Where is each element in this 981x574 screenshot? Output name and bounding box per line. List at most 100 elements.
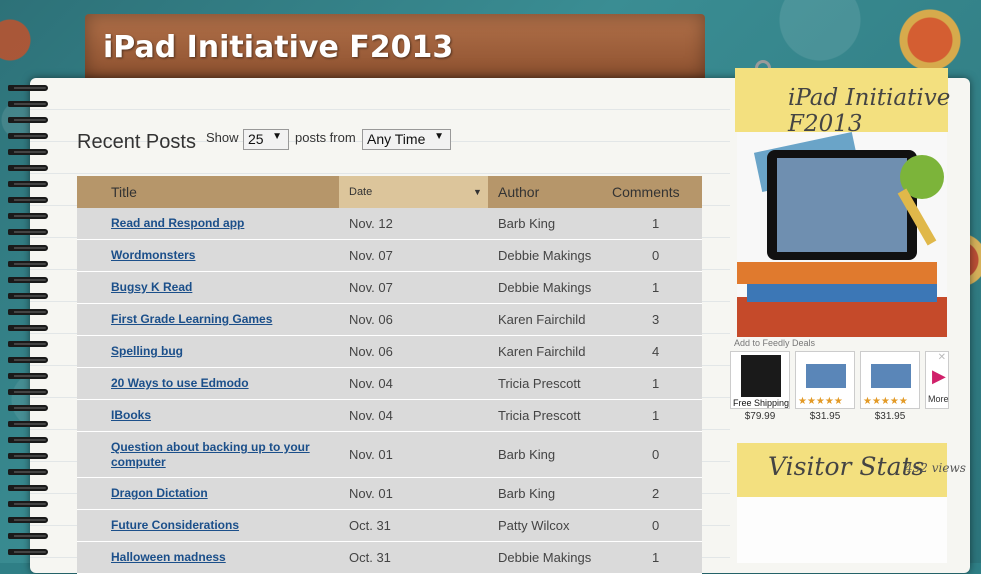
post-author: Karen Fairchild [498,344,586,359]
post-title-link[interactable]: Read and Respond app [111,216,311,231]
visitor-stats-title: Visitor Stats [768,452,925,481]
post-date: Nov. 06 [349,344,393,359]
deal-price: $31.95 [874,411,906,422]
deal-item[interactable]: Free Shipping [730,351,790,409]
posts-table: Title Date ▼ Author Comments Read and Re… [77,176,702,574]
post-date: Nov. 04 [349,408,393,423]
deal-item[interactable]: ★★★★★ [795,351,855,409]
post-comment-count: 1 [652,280,660,295]
ipad-books-image [737,132,947,337]
table-row: IBooks Nov. 04 Tricia Prescott 1 [77,400,702,432]
spiral-ring [8,373,48,379]
post-title-link[interactable]: Bugsy K Read [111,280,311,295]
post-title-link[interactable]: Spelling bug [111,344,311,359]
post-author: Barb King [498,216,556,231]
spiral-ring [8,309,48,315]
comments-column-header[interactable]: Comments [612,184,680,200]
post-date: Nov. 06 [349,312,393,327]
table-row: Wordmonsters Nov. 07 Debbie Makings 0 [77,240,702,272]
table-body: Read and Respond app Nov. 12 Barb King 1 Wor… [77,208,702,574]
product-image [806,364,846,388]
post-title-link[interactable]: Future Considerations [111,518,311,533]
blog-title[interactable]: iPad Initiative F2013 [103,30,453,65]
deal-caption: Free Shipping [732,398,790,408]
spiral-ring [8,261,48,267]
post-title-link[interactable]: Question about backing up to your comput… [111,440,311,470]
post-date: Nov. 01 [349,447,393,462]
spiral-ring [8,197,48,203]
spiral-ring [8,405,48,411]
author-column-header[interactable]: Author [498,184,539,200]
sort-desc-icon[interactable]: ▼ [473,187,482,197]
visitor-map [737,497,947,563]
spiral-ring [8,133,48,139]
post-author: Karen Fairchild [498,312,586,327]
sidebar-title: iPad Initiative F2013 [788,85,951,137]
spiral-ring [8,245,48,251]
table-row: Read and Respond app Nov. 12 Barb King 1 [77,208,702,240]
spiral-ring [8,277,48,283]
post-date: Nov. 01 [349,486,393,501]
post-title-link[interactable]: 20 Ways to use Edmodo [111,376,311,391]
spiral-ring [8,101,48,107]
spiral-ring [8,437,48,443]
deal-item[interactable]: ★★★★★ [860,351,920,409]
table-row: Dragon Dictation Nov. 01 Barb King 2 [77,478,702,510]
table-row: Spelling bug Nov. 06 Karen Fairchild 4 [77,336,702,368]
time-range-value: Any Time [367,131,426,147]
post-date: Oct. 31 [349,518,391,533]
table-row: Future Considerations Oct. 31 Patty Wilcox… [77,510,702,542]
post-author: Debbie Makings [498,248,592,263]
more-deals-button[interactable]: ▶ More ✕ [925,351,949,409]
spiral-ring [8,325,48,331]
table-row: First Grade Learning Games Nov. 06 Karen F… [77,304,702,336]
post-count-select[interactable]: 25 ▼ [243,129,289,150]
post-title-link[interactable]: Dragon Dictation [111,486,311,501]
visitor-stats-views: 452 views [905,461,966,475]
post-comment-count: 0 [652,447,660,462]
more-label: More [928,394,949,404]
post-title-link[interactable]: First Grade Learning Games [111,312,311,327]
post-author: Debbie Makings [498,280,592,295]
spiral-ring [8,213,48,219]
post-comment-count: 3 [652,312,660,327]
post-comment-count: 4 [652,344,660,359]
post-author: Barb King [498,447,556,462]
spiral-ring [8,357,48,363]
post-title-link[interactable]: IBooks [111,408,311,423]
page-title: Recent Posts [77,131,196,153]
deal-price: $79.99 [744,411,776,422]
table-row: Halloween madness Oct. 31 Debbie Makings 1 [77,542,702,574]
spiral-ring [8,389,48,395]
show-label: Show [206,130,239,145]
spiral-ring [8,549,48,555]
time-range-select[interactable]: Any Time ▼ [362,129,451,150]
post-comment-count: 0 [652,248,660,263]
post-comment-count: 1 [652,216,660,231]
deal-price: $31.95 [809,411,841,422]
post-author: Patty Wilcox [498,518,570,533]
post-author: Tricia Prescott [498,408,581,423]
date-column-label[interactable]: Date [349,186,372,198]
dropdown-arrow-icon: ▼ [434,131,444,142]
spiral-ring [8,117,48,123]
spiral-ring [8,469,48,475]
feedly-deals-label[interactable]: Add to Feedly Deals [734,338,815,348]
posts-from-label: posts from [295,130,356,145]
post-date: Nov. 07 [349,280,393,295]
title-column-header[interactable]: Title [111,184,137,200]
close-icon[interactable]: ✕ [938,352,946,363]
post-date: Nov. 12 [349,216,393,231]
table-header: Title Date ▼ Author Comments [77,176,702,208]
spiral-ring [8,293,48,299]
post-title-link[interactable]: Wordmonsters [111,248,311,263]
spiral-ring [8,181,48,187]
spiral-ring [8,229,48,235]
post-date: Nov. 07 [349,248,393,263]
tablet-case-image [741,355,781,397]
table-row: Question about backing up to your comput… [77,432,702,478]
rating-stars-icon: ★★★★★ [798,396,843,407]
spiral-ring [8,485,48,491]
post-comment-count: 2 [652,486,660,501]
spiral-ring [8,341,48,347]
